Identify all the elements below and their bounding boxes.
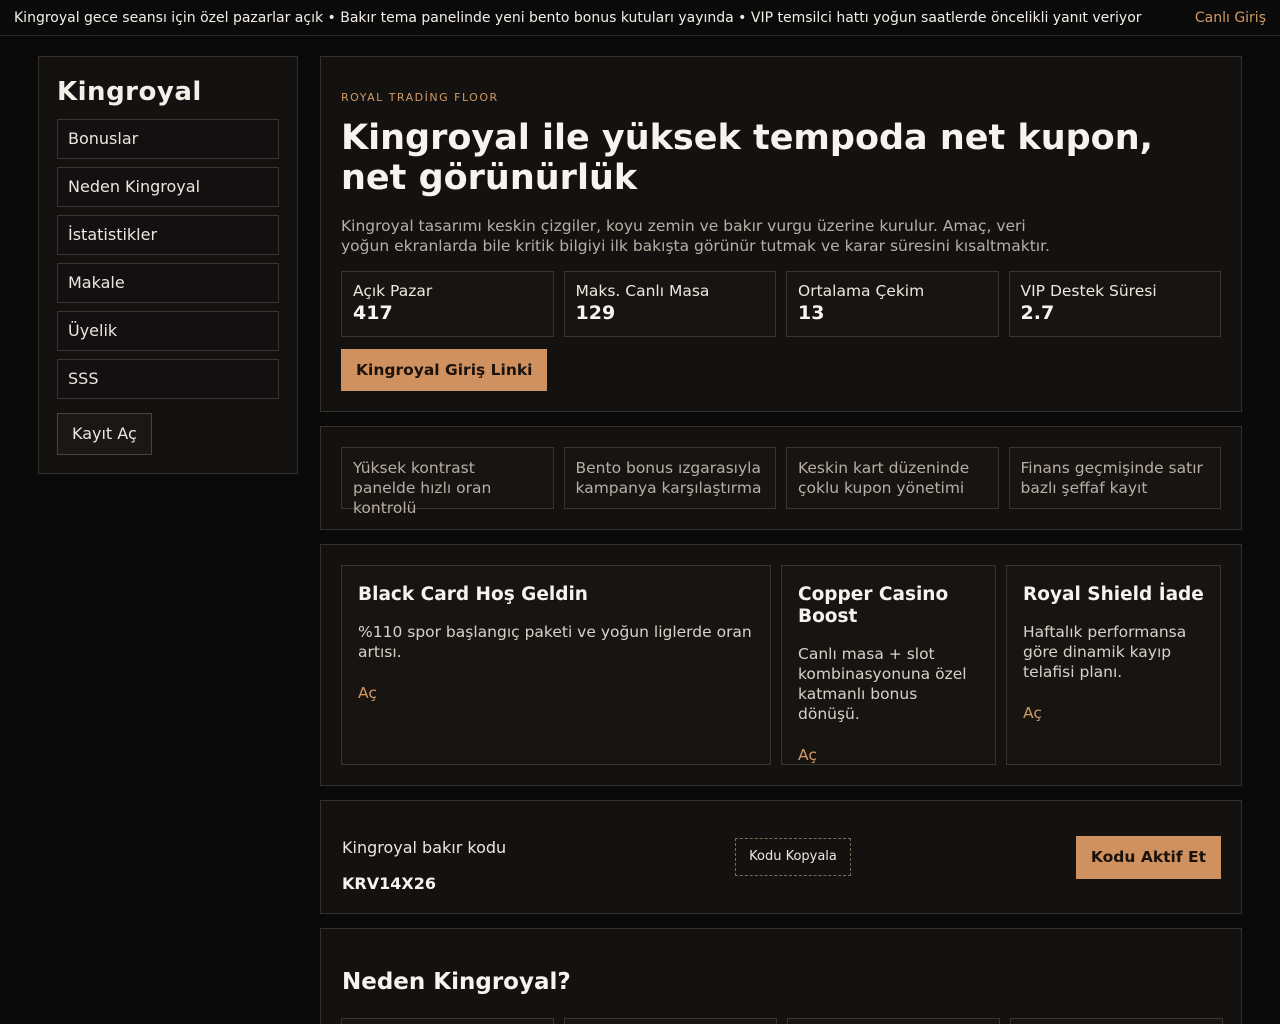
sidebar-item-bonuslar[interactable]: Bonuslar: [57, 119, 279, 159]
copy-code-button[interactable]: Kodu Kopyala: [735, 838, 851, 876]
brand-logo[interactable]: Kingroyal: [57, 77, 279, 107]
why-card: [341, 1018, 554, 1024]
bonus-card-copper-casino: Copper Casino Boost Canlı masa + slot ko…: [781, 565, 996, 765]
feature-card: Keskin kart düzeninde çoklu kupon yöneti…: [786, 447, 999, 509]
sidebar-item-sss[interactable]: SSS: [57, 359, 279, 399]
features-panel: Yüksek kontrast panelde hızlı oran kontr…: [320, 426, 1242, 530]
hero-description: Kingroyal tasarımı keskin çizgiler, koyu…: [341, 217, 1050, 255]
stat-card: VIP Destek Süresi 2.7: [1008, 271, 1221, 337]
why-cards-row: [341, 1018, 1223, 1024]
sidebar-item-makale[interactable]: Makale: [57, 263, 279, 303]
why-panel: Neden Kingroyal?: [320, 928, 1242, 1024]
feature-card: Bento bonus ızgarasıyla kampanya karşıla…: [563, 447, 776, 509]
bonus-title: Copper Casino Boost: [798, 584, 949, 627]
stat-label: Maks. Canlı Masa: [575, 282, 710, 300]
bonus-open-link[interactable]: Aç: [1023, 704, 1042, 722]
why-card: [787, 1018, 1000, 1024]
sidebar-item-uyelik[interactable]: Üyelik: [57, 311, 279, 351]
hero-eyebrow: ROYAL TRADİNG FLOOR: [341, 91, 499, 104]
stat-value: 13: [798, 302, 825, 324]
stat-value: 2.7: [1020, 302, 1055, 324]
hero-title: Kingroyal ile yüksek tempoda net kupon, …: [341, 118, 1153, 198]
bonus-title: Royal Shield İade: [1023, 584, 1204, 605]
feature-card: Finans geçmişinde satır bazlı şeffaf kay…: [1008, 447, 1221, 509]
sidebar: Kingroyal Bonuslar Neden Kingroyal İstat…: [38, 56, 298, 474]
bonus-panel: Black Card Hoş Geldin %110 spor başlangı…: [320, 544, 1242, 786]
stat-value: 129: [575, 302, 616, 324]
register-button[interactable]: Kayıt Aç: [57, 413, 152, 455]
sidebar-item-neden-kingroyal[interactable]: Neden Kingroyal: [57, 167, 279, 207]
stat-card: Açık Pazar 417: [341, 271, 554, 337]
stat-card: Ortalama Çekim 13: [786, 271, 999, 337]
top-ticker: Kingroyal gece seansı için özel pazarlar…: [0, 0, 1280, 36]
feature-card: Yüksek kontrast panelde hızlı oran kontr…: [341, 447, 554, 517]
promo-code-panel: Kingroyal bakır kodu KRV14X26 Kodu Kopya…: [320, 800, 1242, 914]
bonus-open-link[interactable]: Aç: [358, 684, 377, 702]
promo-code-value: KRV14X26: [342, 874, 436, 893]
bonus-open-link[interactable]: Aç: [798, 746, 817, 764]
bonus-card-royal-shield: Royal Shield İade Haftalık performansa g…: [1006, 565, 1221, 765]
bonus-description: Haftalık performansa göre dinamik kayıp …: [1023, 623, 1187, 681]
stat-label: Ortalama Çekim: [798, 282, 925, 300]
stat-card: Maks. Canlı Masa 129: [563, 271, 776, 337]
why-title: Neden Kingroyal?: [342, 969, 571, 995]
login-link-button[interactable]: Kingroyal Giriş Linki: [341, 349, 548, 391]
hero-panel: ROYAL TRADİNG FLOOR Kingroyal ile yüksek…: [320, 56, 1242, 412]
promo-code-label: Kingroyal bakır kodu: [342, 838, 507, 857]
bonus-title: Black Card Hoş Geldin: [358, 584, 588, 605]
stats-row: Açık Pazar 417 Maks. Canlı Masa 129 Orta…: [341, 271, 1221, 337]
stat-value: 417: [353, 302, 393, 324]
stat-label: VIP Destek Süresi: [1020, 282, 1157, 300]
bonus-description: %110 spor başlangıç paketi ve yoğun ligl…: [358, 623, 752, 661]
sidebar-item-istatistikler[interactable]: İstatistikler: [57, 215, 279, 255]
stat-label: Açık Pazar: [353, 282, 433, 300]
bonus-description: Canlı masa + slot kombinasyonuna özel ka…: [798, 645, 967, 723]
live-login-link[interactable]: Canlı Giriş: [1195, 10, 1266, 26]
why-card: [1010, 1018, 1223, 1024]
activate-code-button[interactable]: Kodu Aktif Et: [1075, 836, 1221, 879]
why-card: [564, 1018, 777, 1024]
bonus-card-black-card: Black Card Hoş Geldin %110 spor başlangı…: [341, 565, 771, 765]
ticker-text: Kingroyal gece seansı için özel pazarlar…: [14, 9, 1142, 26]
